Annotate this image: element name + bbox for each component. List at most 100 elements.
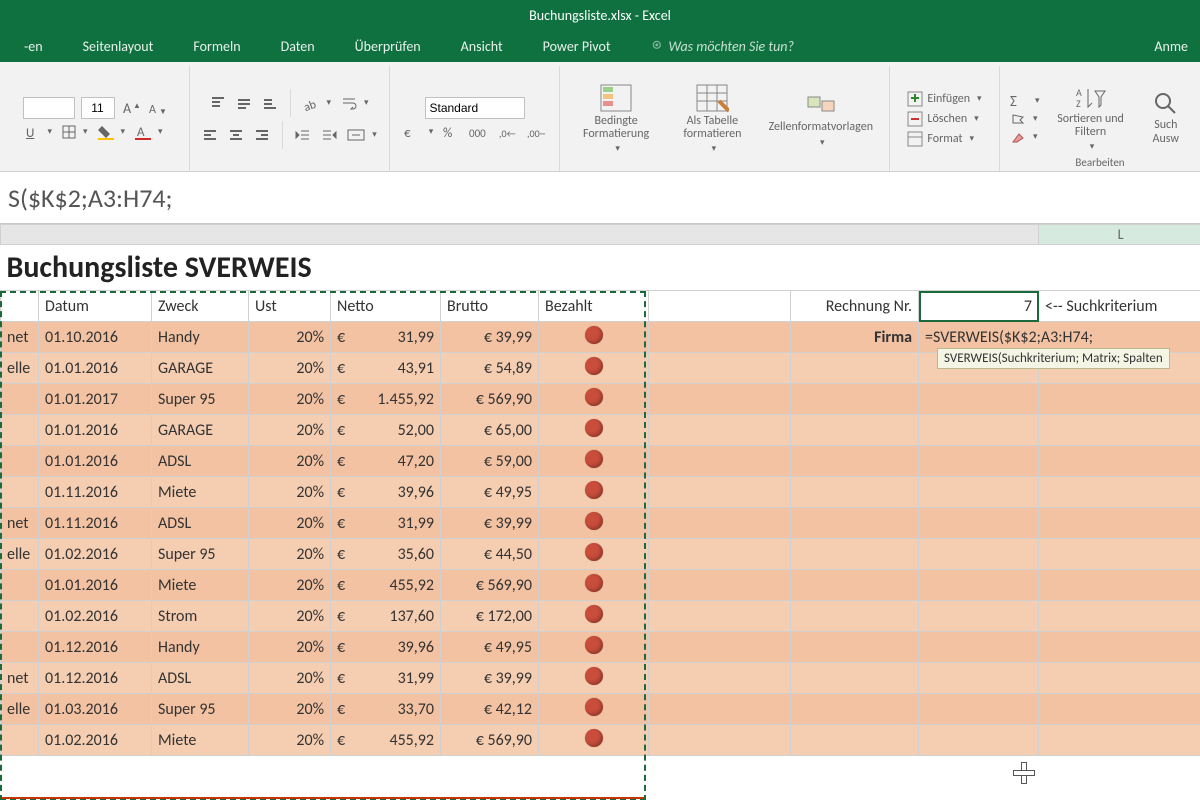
cell-zweck-6[interactable]: ADSL: [152, 508, 249, 539]
cell-firma-4[interactable]: [1, 446, 39, 477]
cell-datum-8[interactable]: 01.01.2016: [39, 570, 152, 601]
cell-paid-2[interactable]: [539, 384, 649, 415]
cell-netto-6[interactable]: €31,99: [331, 508, 441, 539]
cell-paid-0[interactable]: [539, 322, 649, 353]
cell-datum-11[interactable]: 01.12.2016: [39, 663, 152, 694]
cell-brutto-6[interactable]: € 39,99: [441, 508, 539, 539]
cell-brutto-8[interactable]: € 569,90: [441, 570, 539, 601]
cell-paid-4[interactable]: [539, 446, 649, 477]
cell-zweck-8[interactable]: Miete: [152, 570, 249, 601]
cell-paid-9[interactable]: [539, 601, 649, 632]
cell-brutto-13[interactable]: € 569,90: [441, 725, 539, 756]
cell-paid-1[interactable]: [539, 353, 649, 384]
tab-daten[interactable]: Daten: [261, 30, 335, 62]
tab-0[interactable]: -en: [4, 30, 63, 62]
cell-zweck-3[interactable]: GARAGE: [152, 415, 249, 446]
cell-netto-0[interactable]: €31,99: [331, 322, 441, 353]
increase-decimal-icon[interactable]: ,0←: [497, 123, 519, 141]
cell-netto-10[interactable]: €39,96: [331, 632, 441, 663]
cell-zweck-13[interactable]: Miete: [152, 725, 249, 756]
cell-paid-10[interactable]: [539, 632, 649, 663]
cell-datum-6[interactable]: 01.11.2016: [39, 508, 152, 539]
cell-firma-7[interactable]: elle: [1, 539, 39, 570]
cell-firma-3[interactable]: [1, 415, 39, 446]
cell-firma-2[interactable]: [1, 384, 39, 415]
cell-netto-13[interactable]: €455,92: [331, 725, 441, 756]
cell-paid-6[interactable]: [539, 508, 649, 539]
font-color-icon[interactable]: A: [133, 123, 165, 141]
cell-zweck-12[interactable]: Super 95: [152, 694, 249, 725]
clear-icon[interactable]: [1008, 129, 1042, 145]
sort-filter-button[interactable]: AZ Sortieren und Filtern: [1048, 81, 1134, 156]
col-header-L[interactable]: L: [1039, 225, 1200, 245]
cell-ust-11[interactable]: 20%: [249, 663, 331, 694]
cell-datum-10[interactable]: 01.12.2016: [39, 632, 152, 663]
cell-paid-8[interactable]: [539, 570, 649, 601]
cell-ust-6[interactable]: 20%: [249, 508, 331, 539]
cell-zweck-5[interactable]: Miete: [152, 477, 249, 508]
cell-brutto-1[interactable]: € 54,89: [441, 353, 539, 384]
cell-brutto-2[interactable]: € 569,90: [441, 384, 539, 415]
cell-netto-11[interactable]: €31,99: [331, 663, 441, 694]
cell-netto-3[interactable]: €52,00: [331, 415, 441, 446]
cell-zweck-10[interactable]: Handy: [152, 632, 249, 663]
cell-datum-3[interactable]: 01.01.2016: [39, 415, 152, 446]
cell-ust-13[interactable]: 20%: [249, 725, 331, 756]
cell-brutto-3[interactable]: € 65,00: [441, 415, 539, 446]
percent-icon[interactable]: %: [441, 123, 461, 141]
cell-styles-button[interactable]: Zellenformatvorlagen: [761, 85, 881, 151]
cell-paid-11[interactable]: [539, 663, 649, 694]
cell-ust-1[interactable]: 20%: [249, 353, 331, 384]
cell-brutto-7[interactable]: € 44,50: [441, 539, 539, 570]
cell-firma-1[interactable]: elle: [1, 353, 39, 384]
cell-datum-2[interactable]: 01.01.2017: [39, 384, 152, 415]
cell-firma-9[interactable]: [1, 601, 39, 632]
cell-zweck-2[interactable]: Super 95: [152, 384, 249, 415]
align-middle-icon[interactable]: [234, 94, 254, 112]
cell-firma-5[interactable]: [1, 477, 39, 508]
cell-brutto-12[interactable]: € 42,12: [441, 694, 539, 725]
align-top-icon[interactable]: [208, 94, 228, 112]
currency-icon[interactable]: €: [402, 123, 436, 141]
align-right-icon[interactable]: [252, 126, 272, 144]
cell-netto-2[interactable]: €1.455,92: [331, 384, 441, 415]
number-format-field[interactable]: [425, 97, 525, 119]
cell-brutto-0[interactable]: € 39,99: [441, 322, 539, 353]
insert-cells-button[interactable]: Einfügen: [905, 90, 983, 108]
cell-firma-12[interactable]: elle: [1, 694, 39, 725]
format-as-table-button[interactable]: Als Tabelle formatieren: [664, 79, 760, 158]
cell-netto-8[interactable]: €455,92: [331, 570, 441, 601]
tellme-search[interactable]: Was möchten Sie tun?: [631, 30, 814, 62]
cell-netto-12[interactable]: €33,70: [331, 694, 441, 725]
indent-decrease-icon[interactable]: [293, 126, 313, 144]
cell-datum-9[interactable]: 01.02.2016: [39, 601, 152, 632]
cell-ust-12[interactable]: 20%: [249, 694, 331, 725]
cell-firma-6[interactable]: net: [1, 508, 39, 539]
cell-ust-3[interactable]: 20%: [249, 415, 331, 446]
cell-datum-13[interactable]: 01.02.2016: [39, 725, 152, 756]
wrap-text-icon[interactable]: [339, 94, 371, 112]
cell-ust-9[interactable]: 20%: [249, 601, 331, 632]
tab-ansicht[interactable]: Ansicht: [441, 30, 523, 62]
cell-datum-1[interactable]: 01.01.2016: [39, 353, 152, 384]
font-name-field[interactable]: [23, 97, 75, 119]
cell-paid-12[interactable]: [539, 694, 649, 725]
align-center-icon[interactable]: [226, 126, 246, 144]
borders-icon[interactable]: [60, 124, 90, 140]
delete-cells-button[interactable]: Löschen: [905, 110, 983, 128]
font-size-field[interactable]: [81, 97, 115, 119]
cell-ust-4[interactable]: 20%: [249, 446, 331, 477]
cell-netto-9[interactable]: €137,60: [331, 601, 441, 632]
cell-datum-7[interactable]: 01.02.2016: [39, 539, 152, 570]
cell-zweck-9[interactable]: Strom: [152, 601, 249, 632]
cell-ust-2[interactable]: 20%: [249, 384, 331, 415]
cell-netto-4[interactable]: €47,20: [331, 446, 441, 477]
increase-font-icon[interactable]: A▲: [121, 99, 141, 117]
cell-paid-3[interactable]: [539, 415, 649, 446]
cell-datum-5[interactable]: 01.11.2016: [39, 477, 152, 508]
cell-paid-13[interactable]: [539, 725, 649, 756]
cell-ust-7[interactable]: 20%: [249, 539, 331, 570]
cell-datum-0[interactable]: 01.10.2016: [39, 322, 152, 353]
cell-firma-13[interactable]: [1, 725, 39, 756]
fill-icon[interactable]: [1008, 111, 1042, 127]
